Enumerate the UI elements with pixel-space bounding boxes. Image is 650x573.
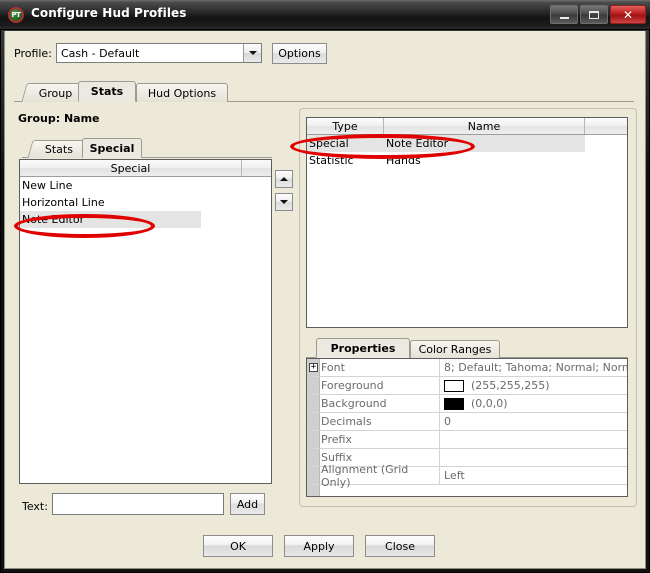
profile-select[interactable]: Cash - Default xyxy=(56,43,262,63)
title-bar[interactable]: PT Configure Hud Profiles ✕ xyxy=(0,0,650,30)
property-row-prefix[interactable]: Prefix xyxy=(307,431,627,449)
column-header-type[interactable]: Type xyxy=(307,118,384,134)
tab-hud-options[interactable]: Hud Options xyxy=(136,83,228,102)
minimize-button[interactable] xyxy=(550,5,578,24)
move-up-button[interactable] xyxy=(275,170,293,188)
list-item[interactable]: New Line xyxy=(20,177,271,194)
tab-group-label: Group xyxy=(38,86,73,100)
property-row-decimals[interactable]: Decimals 0 xyxy=(307,413,627,431)
close-button[interactable]: ✕ xyxy=(610,5,646,24)
profile-selected-value: Cash - Default xyxy=(61,46,140,60)
cell-name: Note Editor xyxy=(386,137,449,150)
table-row[interactable]: Statistic Hands xyxy=(307,152,627,169)
properties-grid[interactable]: + Font 8; Default; Tahoma; Normal; Norm … xyxy=(306,358,628,497)
special-list[interactable]: Special New Line Horizontal Line Note Ed… xyxy=(19,159,272,484)
column-header-blank[interactable] xyxy=(242,160,271,176)
property-row-font[interactable]: + Font 8; Default; Tahoma; Normal; Norm xyxy=(307,359,627,377)
list-item[interactable]: Note Editor xyxy=(20,211,201,228)
color-swatch-background[interactable] xyxy=(444,397,464,410)
tab-stats-label: Stats xyxy=(90,85,124,98)
property-row-foreground[interactable]: Foreground (255,255,255) xyxy=(307,377,627,395)
subtab-special[interactable]: Special xyxy=(82,138,142,158)
cell-type: Special xyxy=(309,137,349,150)
property-value: (0,0,0) xyxy=(471,397,508,410)
left-subtabstrip: Stats Special xyxy=(22,138,272,158)
text-label: Text: xyxy=(22,500,48,513)
maximize-button[interactable] xyxy=(580,5,608,24)
maximize-icon xyxy=(589,10,599,19)
tab-hud-options-label: Hud Options xyxy=(147,86,217,100)
stat-items-table-header: Type Name xyxy=(307,118,627,135)
cell-name: Hands xyxy=(386,154,421,167)
text-input[interactable] xyxy=(52,493,224,515)
close-icon: ✕ xyxy=(622,7,634,22)
move-down-button[interactable] xyxy=(275,193,293,211)
main-tabstrip: Group Stats Hud Options xyxy=(14,81,634,102)
column-header-blank[interactable] xyxy=(585,118,627,134)
tab-color-ranges[interactable]: Color Ranges xyxy=(410,340,500,358)
options-button[interactable]: Options xyxy=(272,43,327,64)
tab-properties[interactable]: Properties xyxy=(316,338,410,358)
property-value[interactable]: 8; Default; Tahoma; Normal; Norm xyxy=(440,359,627,376)
cell-type: Statistic xyxy=(309,154,354,167)
tab-stats[interactable]: Stats xyxy=(78,81,136,102)
window-controls: ✕ xyxy=(550,5,646,24)
table-row[interactable]: Special Note Editor xyxy=(307,135,585,152)
color-swatch-foreground[interactable] xyxy=(444,379,464,392)
close-dialog-button[interactable]: Close xyxy=(365,535,435,557)
property-value[interactable]: 0 xyxy=(440,413,627,430)
expand-icon[interactable]: + xyxy=(309,363,318,372)
stat-items-table[interactable]: Type Name Special Note Editor Statistic … xyxy=(306,117,628,328)
move-down-icon xyxy=(280,200,288,204)
property-name: Decimals xyxy=(307,413,440,430)
list-item[interactable]: Horizontal Line xyxy=(20,194,271,211)
add-button[interactable]: Add xyxy=(230,493,265,515)
minimize-icon xyxy=(559,17,569,19)
special-list-header: Special xyxy=(20,160,271,177)
column-header-name[interactable]: Name xyxy=(384,118,585,134)
properties-tabstrip: Properties Color Ranges xyxy=(306,338,628,358)
profile-label: Profile: xyxy=(14,47,52,60)
property-name: Foreground xyxy=(307,377,440,394)
property-value-wrap[interactable]: (0,0,0) xyxy=(440,395,627,412)
property-value-wrap[interactable]: (255,255,255) xyxy=(440,377,627,394)
subtab-special-label: Special xyxy=(89,141,135,155)
window-title: Configure Hud Profiles xyxy=(31,6,187,20)
property-name: Prefix xyxy=(307,431,440,448)
property-name: Font xyxy=(307,359,440,376)
tab-properties-label: Properties xyxy=(330,341,396,355)
chevron-down-glyph xyxy=(248,51,257,55)
move-up-icon xyxy=(280,177,288,181)
subtab-stats-label: Stats xyxy=(45,143,74,156)
pokertracker-icon: PT xyxy=(8,7,24,23)
tab-color-ranges-label: Color Ranges xyxy=(418,343,492,356)
app-icon-text: PT xyxy=(11,10,21,19)
property-value[interactable]: Left xyxy=(440,467,627,484)
group-name-label: Group: Name xyxy=(18,112,100,125)
property-value: (255,255,255) xyxy=(471,379,550,392)
property-name: Background xyxy=(307,395,440,412)
configure-hud-profiles-window: PT Configure Hud Profiles ✕ Profile: Cas… xyxy=(0,0,650,573)
property-value[interactable] xyxy=(440,431,627,448)
property-row-background[interactable]: Background (0,0,0) xyxy=(307,395,627,413)
property-value[interactable] xyxy=(440,449,627,466)
apply-button[interactable]: Apply xyxy=(284,535,354,557)
property-row-alignment[interactable]: Alignment (Grid Only) Left xyxy=(307,463,627,489)
property-name: Alignment (Grid Only) xyxy=(307,463,440,489)
ok-button[interactable]: OK xyxy=(203,535,273,557)
column-header-special[interactable]: Special xyxy=(20,160,242,176)
chevron-down-icon[interactable] xyxy=(243,44,261,62)
